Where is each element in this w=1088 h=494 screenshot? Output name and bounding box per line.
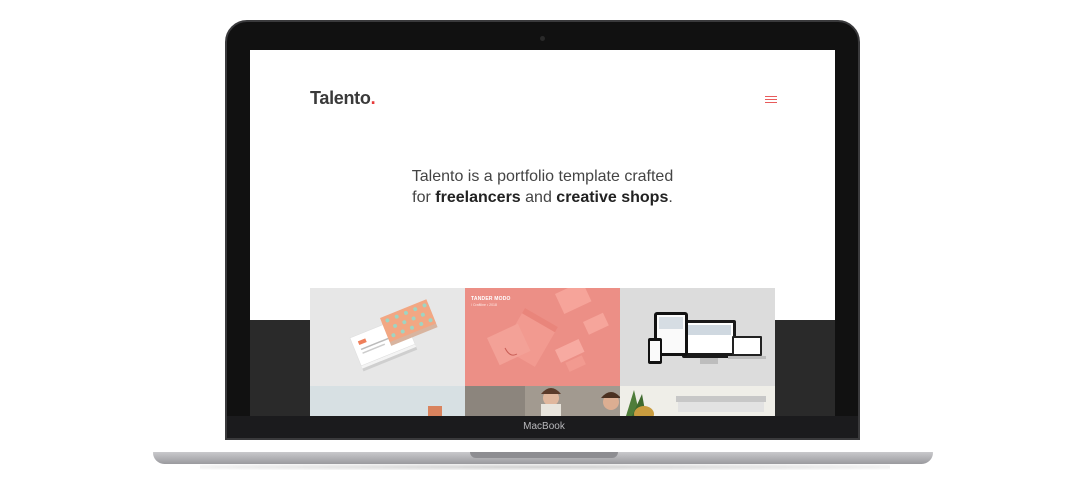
laptop-screen: Talento. Talento is a portfolio template… — [250, 50, 835, 416]
camera-icon — [540, 36, 545, 41]
tagline-freelancers: freelancers — [435, 189, 521, 206]
hero-tagline: Talento is a portfolio template crafted … — [250, 166, 835, 208]
tagline-creative-shops: creative shops — [556, 189, 669, 206]
tile-title: TANDER MODO — [471, 296, 511, 302]
laptop-hinge — [470, 452, 618, 458]
laptop-shadow — [200, 464, 890, 470]
portfolio-tile-responsive-devices[interactable] — [620, 288, 775, 386]
device-label: MacBook — [523, 421, 565, 432]
portfolio-grid: TANDER MODO / Craftline • 2018 — [310, 288, 775, 416]
tagline-line-1: Talento is a portfolio template crafted — [411, 168, 674, 185]
logo-dot: . — [370, 88, 376, 108]
hamburger-menu-icon[interactable] — [765, 96, 777, 105]
portfolio-tile-tander-modo[interactable]: TANDER MODO / Craftline • 2018 — [465, 288, 620, 386]
logo-text: Talento — [310, 88, 371, 108]
site-logo[interactable]: Talento. — [310, 88, 376, 109]
portfolio-tile-business-cards[interactable] — [310, 288, 465, 386]
tile-subtitle: / Craftline • 2018 — [471, 303, 497, 307]
portfolio-tile-4[interactable] — [310, 386, 465, 416]
tagline-line-2: for freelancers and creative shops. — [412, 189, 673, 206]
portfolio-tile-6[interactable] — [620, 386, 775, 416]
portfolio-tile-5[interactable] — [465, 386, 620, 416]
